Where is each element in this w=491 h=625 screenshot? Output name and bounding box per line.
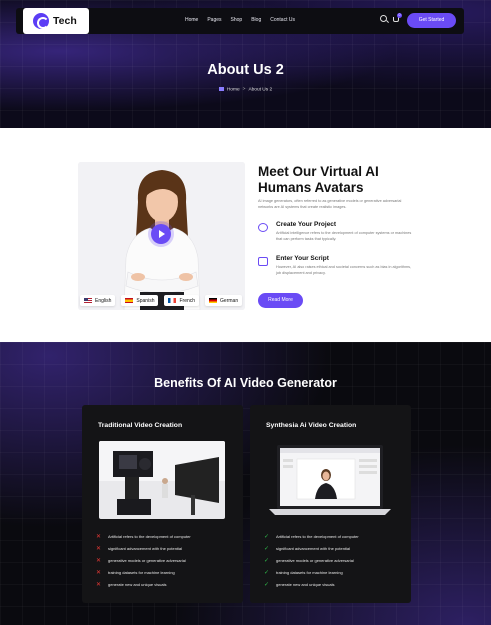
language-label: German [220,297,239,304]
list-item: ✓ generative models or generative adversa… [264,554,359,566]
list-item-text: significant advancement with the potenti… [108,545,183,551]
logo-icon [33,13,49,29]
breadcrumb-home[interactable]: Home [227,87,240,92]
feature-text: However, AI also raises ethical and soci… [276,265,412,275]
list-item: ✕ significant advancement with the potent… [96,542,191,554]
language-label: Spanish [136,297,155,304]
edit-icon [258,257,268,266]
spain-flag-icon [125,298,134,303]
logo-text: Tech [53,15,77,27]
check-icon: ✓ [264,545,270,552]
traditional-video-card: Traditional Video Creation ✕ Artificial r… [82,405,243,603]
list-item-text: generate new and unique visuals [108,581,167,587]
check-icon: ✓ [264,569,270,576]
nav-link-blog[interactable]: Blog [251,17,261,23]
laptop-avatar-image [267,441,393,519]
cross-icon: ✕ [96,569,102,576]
list-item-text: training datasets for machine learning [108,569,175,575]
cross-icon: ✕ [96,581,102,588]
card-title: Synthesia Ai Video Creation [266,422,357,429]
page-title: About Us 2 [207,62,284,78]
breadcrumb-current: About Us 2 [248,87,273,93]
about-section: Meet Our Virtual AI Humans Avatars AI im… [0,128,491,342]
about-description: AI image generators, often referred to a… [258,199,402,209]
language-english[interactable]: English [80,295,116,306]
list-item: ✕ generate new and unique visuals [96,578,191,590]
camera-studio-illustration [99,441,225,519]
language-selector: English Spanish French German [80,295,243,306]
read-more-button[interactable]: Read More [258,293,303,308]
traditional-list: ✕ Artificial refers to the development of… [96,530,191,590]
list-item-text: Artificial refers to the development of … [108,533,191,539]
cross-icon: ✕ [96,545,102,552]
check-icon: ✓ [264,557,270,564]
breadcrumb: Home > About Us 2 [0,87,491,92]
language-french[interactable]: French [164,295,200,306]
list-item: ✓ training datasets for machine learning [264,566,359,578]
list-item: ✕ generative models or generative adversa… [96,554,191,566]
home-icon [218,87,224,91]
play-button[interactable] [151,224,171,244]
list-item: ✓ generate new and unique visuals [264,578,359,590]
check-icon: ✓ [264,581,270,588]
feature-create-project: Create Your Project Artificial intellige… [258,221,418,247]
list-item-text: Artificial refers to the development of … [276,533,359,539]
list-item-text: generate new and unique visuals [276,581,335,587]
nav-link-contact[interactable]: Contact Us [270,17,295,23]
synthesia-list: ✓ Artificial refers to the development of… [264,530,359,590]
germany-flag-icon [209,298,218,303]
about-title: Meet Our Virtual AI Humans Avatars [258,164,379,195]
list-item-text: training datasets for machine learning [276,569,343,575]
list-item-text: generative models or generative adversar… [108,557,186,563]
list-item-text: significant advancement with the potenti… [276,545,351,551]
us-flag-icon [84,298,92,303]
film-camera-image [99,441,225,519]
breadcrumb-separator: > [242,87,246,93]
feature-title: Create Your Project [276,221,337,228]
logo[interactable]: Tech [23,8,89,34]
cart-count-badge: 0 [397,13,402,18]
benefits-title: Benefits Of AI Video Generator [154,376,337,390]
feature-title: Enter Your Script [276,255,329,262]
search-icon[interactable] [380,15,387,22]
language-label: English [95,297,112,304]
laptop-illustration [267,441,393,519]
language-german[interactable]: German [205,295,243,306]
feature-enter-script: Enter Your Script However, AI also raise… [258,255,418,281]
nav-link-shop[interactable]: Shop [231,17,243,23]
feature-text: Artificial intelligence refers to the de… [276,231,412,241]
list-item: ✓ Artificial refers to the development of… [264,530,359,542]
list-item-text: generative models or generative adversar… [276,557,354,563]
cross-icon: ✕ [96,557,102,564]
language-spanish[interactable]: Spanish [121,295,159,306]
refresh-icon [258,223,268,232]
nav-link-pages[interactable]: Pages [207,17,221,23]
nav-link-home[interactable]: Home [185,17,198,23]
list-item: ✓ significant advancement with the potent… [264,542,359,554]
france-flag-icon [168,298,177,303]
list-item: ✕ training datasets for machine learning [96,566,191,578]
nav-menu: Home Pages Shop Blog Contact Us [185,17,295,23]
language-label: French [179,297,196,304]
cross-icon: ✕ [96,533,102,540]
check-icon: ✓ [264,533,270,540]
card-title: Traditional Video Creation [98,422,183,429]
list-item: ✕ Artificial refers to the development of… [96,530,191,542]
get-started-button[interactable]: Get Started [407,13,456,28]
synthesia-video-card: Synthesia Ai Video Creation ✓ Artificial … [250,405,411,603]
